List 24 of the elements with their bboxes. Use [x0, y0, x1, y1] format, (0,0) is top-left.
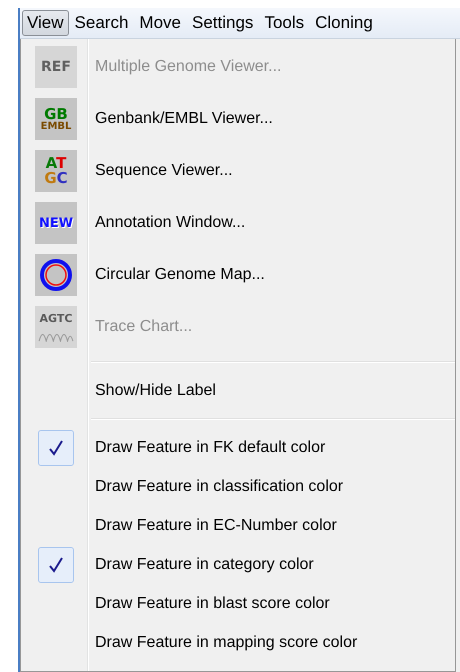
menu-bar-item[interactable]: Tools	[259, 10, 310, 36]
menu-item[interactable]: Draw Feature in blast score color	[21, 584, 455, 623]
menu-bar-item[interactable]: View	[22, 10, 69, 36]
menu-bar-item[interactable]: Move	[134, 10, 186, 36]
check-icon	[38, 546, 74, 582]
trace-chart-icon: AGTC	[35, 306, 77, 348]
menu-item[interactable]: Show/Hide Label	[21, 371, 455, 410]
atgc-icon: AT GC	[35, 150, 77, 192]
menu-item[interactable]: Circular Genome Map...	[21, 249, 455, 301]
menu-item[interactable]: Draw Feature in EC-Number color	[21, 506, 455, 545]
menu-bar-item[interactable]: Search	[70, 10, 134, 36]
menu-item[interactable]: Draw Feature in FK default color	[21, 428, 455, 467]
menu-item[interactable]: Draw Feature in mapping score color	[21, 623, 455, 662]
menu-bar-item[interactable]: Settings	[187, 10, 258, 36]
menu-bar-item[interactable]: Cloning	[310, 10, 378, 36]
menu-item[interactable]: NEW Annotation Window...	[21, 197, 455, 249]
menu-item[interactable]: GB EMBL Genbank/EMBL Viewer...	[21, 93, 455, 145]
ref-icon: REF	[35, 46, 77, 88]
menu-item[interactable]: AT GC Sequence Viewer...	[21, 145, 455, 197]
menu-item[interactable]: Draw Feature in classification color	[21, 467, 455, 506]
gb-embl-icon: GB EMBL	[35, 98, 77, 140]
check-icon	[38, 430, 74, 466]
new-icon: NEW	[35, 202, 77, 244]
menu-item[interactable]: Draw Feature in category color	[21, 545, 455, 584]
